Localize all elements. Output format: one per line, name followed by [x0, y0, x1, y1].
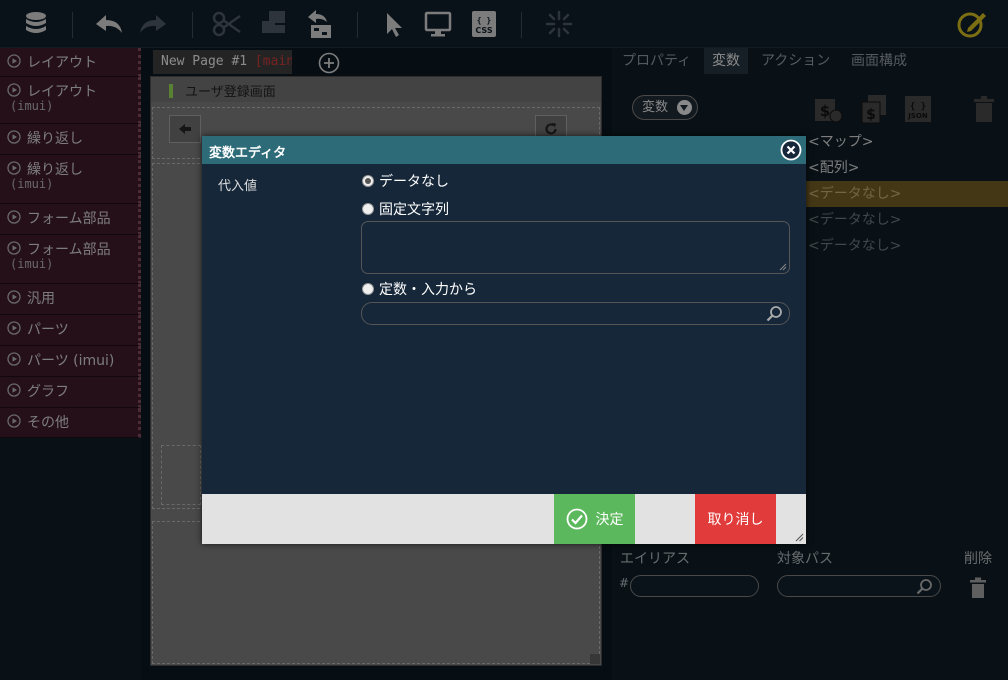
close-icon[interactable]	[780, 139, 802, 161]
assign-value-label: 代入値	[218, 179, 258, 194]
fixed-string-textarea[interactable]	[361, 221, 790, 274]
resize-grip-icon	[779, 263, 787, 271]
option-fixed-string[interactable]: 固定文字列	[362, 199, 449, 219]
radio-no-data[interactable]	[362, 175, 374, 187]
cancel-button[interactable]: 取り消し	[695, 494, 776, 544]
option-label: データなし	[379, 174, 449, 190]
variable-editor-dialog: 変数エディタ 代入値 データなし 固定文字列 定数・入力から 決定 取り消し	[202, 136, 806, 544]
ok-button[interactable]: 決定	[554, 494, 635, 544]
search-icon[interactable]	[766, 305, 784, 323]
check-circle-icon	[566, 508, 587, 530]
option-constant-input[interactable]: 定数・入力から	[362, 279, 477, 299]
dialog-title: 変数エディタ	[209, 146, 287, 161]
dialog-header: 変数エディタ	[202, 136, 806, 164]
cancel-button-label: 取り消し	[707, 512, 764, 528]
dialog-footer: 決定 取り消し	[202, 494, 806, 544]
dialog-resize-grip-icon[interactable]	[795, 533, 804, 542]
ok-button-label: 決定	[595, 512, 624, 528]
option-label: 定数・入力から	[379, 282, 477, 298]
option-no-data[interactable]: データなし	[362, 171, 449, 191]
radio-constant-input[interactable]	[362, 283, 374, 295]
option-label: 固定文字列	[379, 202, 449, 218]
constant-input-field[interactable]	[361, 302, 790, 325]
radio-fixed-string[interactable]	[362, 203, 374, 215]
